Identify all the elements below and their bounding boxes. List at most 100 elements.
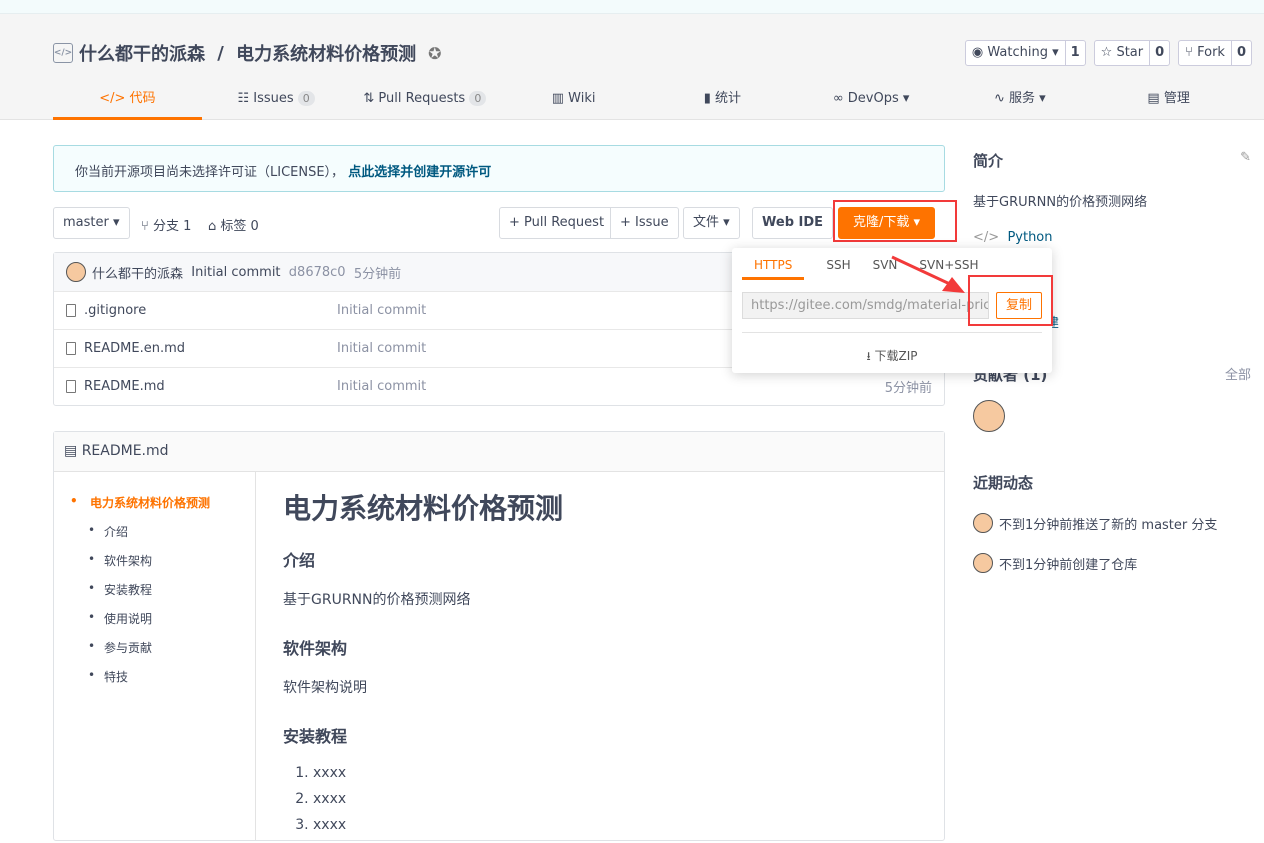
infinity-icon: ∞	[832, 91, 848, 106]
toc-item[interactable]: 介绍	[68, 523, 241, 540]
star-count: 0	[1149, 41, 1169, 65]
avatar	[66, 262, 86, 282]
section-text: 基于GRURNN的价格预测网络	[283, 592, 471, 608]
branch-icon: ⑂	[141, 219, 153, 234]
manage-icon: ▤	[1147, 91, 1164, 106]
tab-wiki[interactable]: ▥ Wiki	[499, 86, 648, 120]
new-issue-button[interactable]: + Issue	[610, 207, 679, 239]
tab-label: 服务 ▾	[1009, 91, 1046, 106]
toc-item[interactable]: 使用说明	[68, 610, 241, 627]
book-icon: ▥	[551, 91, 569, 106]
issues-icon: ☷	[237, 91, 254, 106]
pulse-icon: ∿	[994, 91, 1010, 106]
fork-label: Fork	[1197, 45, 1225, 60]
tab-services[interactable]: ∿ 服务 ▾	[946, 86, 1095, 120]
contributors-all-link[interactable]: 全部	[1225, 364, 1251, 383]
chart-icon: ▮	[703, 91, 716, 106]
file-icon	[66, 380, 76, 393]
file-name[interactable]: .gitignore	[84, 303, 146, 318]
activity-text: 不到1分钟前推送了新的 master 分支	[999, 517, 1218, 533]
readme-filename: README.md	[81, 443, 169, 459]
intro-title: 简介	[973, 152, 1004, 170]
file-icon	[66, 342, 76, 355]
new-pull-request-button[interactable]: + Pull Request	[499, 207, 615, 239]
fork-icon: ⑂	[1185, 45, 1198, 60]
toc-item[interactable]: 特技	[68, 668, 241, 685]
readme-title: 电力系统材料价格预测	[283, 492, 564, 525]
clone-tab-ssh[interactable]: SSH	[826, 258, 850, 280]
tab-stats[interactable]: ▮ 统计	[648, 86, 797, 120]
file-menu-button[interactable]: 文件 ▾	[683, 207, 740, 239]
file-commit-message[interactable]: Initial commit	[337, 303, 426, 318]
tab-pull-requests[interactable]: ⇅ Pull Requests 0	[351, 86, 500, 120]
watch-label: Watching ▾	[987, 45, 1059, 60]
title-separator: /	[211, 42, 231, 64]
repo-header: </> 什么都干的派森 / 电力系统材料价格预测 ✪ ◉ Watching ▾ 1…	[0, 14, 1264, 120]
code-icon: </>	[973, 230, 1008, 245]
tab-code[interactable]: </> 代码	[53, 86, 202, 120]
section-heading: 软件架构	[283, 639, 348, 658]
tab-label: Wiki	[568, 91, 596, 106]
tab-label: 统计	[715, 91, 742, 106]
download-icon: ⭳	[866, 349, 875, 363]
fork-count: 0	[1230, 41, 1251, 65]
repo-title: </> 什么都干的派森 / 电力系统材料价格预测 ✪	[53, 40, 442, 66]
repo-name-link[interactable]: 电力系统材料价格预测	[236, 40, 416, 66]
file-name[interactable]: README.en.md	[84, 341, 185, 356]
annotation-box-clone	[833, 200, 957, 242]
issues-count: 0	[297, 91, 315, 106]
divider	[742, 332, 1042, 333]
file-icon	[66, 304, 76, 317]
avatar[interactable]	[973, 553, 993, 573]
file-name[interactable]: README.md	[84, 379, 165, 394]
branches-link[interactable]: ⑂ 分支 1	[141, 215, 191, 234]
edit-icon[interactable]: ✎	[1240, 150, 1251, 165]
license-notice: 你当前开源项目尚未选择许可证（LICENSE）， 点此选择并创建开源许可	[53, 145, 945, 192]
list-item: xxxx	[313, 791, 563, 807]
tab-manage[interactable]: ▤ 管理	[1094, 86, 1243, 120]
tab-label: DevOps ▾	[847, 91, 910, 106]
language: </> Python	[973, 230, 1251, 245]
file-commit-message[interactable]: Initial commit	[337, 341, 426, 356]
activity-text: 不到1分钟前创建了仓库	[999, 557, 1138, 573]
watch-count: 1	[1064, 41, 1085, 65]
owner-link[interactable]: 什么都干的派森	[79, 40, 205, 66]
language-label: Python	[1007, 230, 1053, 245]
section-heading: 介绍	[283, 551, 316, 570]
branch-select[interactable]: master ▾	[53, 207, 130, 239]
star-icon: ☆	[1100, 45, 1117, 60]
commit-time: 5分钟前	[353, 266, 402, 282]
file-commit-message[interactable]: Initial commit	[337, 379, 426, 394]
tab-label: 管理	[1163, 91, 1190, 106]
toc-item[interactable]: 电力系统材料价格预测	[68, 494, 241, 511]
download-zip-link[interactable]: ⭳ 下载ZIP	[732, 347, 1052, 368]
license-link[interactable]: 点此选择并创建开源许可	[348, 165, 491, 180]
clone-tab-https[interactable]: HTTPS	[742, 258, 805, 280]
toc-item[interactable]: 安装教程	[68, 581, 241, 598]
branches-label: 分支 1	[152, 219, 192, 234]
toc-item[interactable]: 参与贡献	[68, 639, 241, 656]
star-button[interactable]: ☆ Star 0	[1093, 40, 1171, 66]
contributor-avatar[interactable]	[973, 400, 1005, 432]
web-ide-button[interactable]: Web IDE	[752, 207, 834, 239]
file-icon: ▤	[64, 443, 82, 459]
badge-icon: ✪	[428, 43, 442, 63]
tab-label: 代码	[129, 91, 156, 106]
toc-item[interactable]: 软件架构	[68, 552, 241, 569]
tags-link[interactable]: ⌂ 标签 0	[208, 215, 259, 234]
avatar[interactable]	[973, 513, 993, 533]
readme-header: ▤ README.md	[54, 432, 944, 472]
fork-button[interactable]: ⑂ Fork 0	[1178, 40, 1252, 66]
commit-author[interactable]: 什么都干的派森	[92, 263, 183, 282]
tab-issues[interactable]: ☷ Issues 0	[202, 86, 351, 120]
tags-label: 标签 0	[220, 219, 259, 234]
eye-icon: ◉	[971, 45, 988, 60]
watch-button[interactable]: ◉ Watching ▾ 1	[964, 40, 1086, 66]
tab-devops[interactable]: ∞ DevOps ▾	[797, 86, 946, 120]
commit-hash[interactable]: d8678c0	[289, 265, 346, 280]
section-text: 软件架构说明	[283, 680, 367, 696]
download-zip-label: 下载ZIP	[874, 349, 918, 363]
readme-panel: ▤ README.md 电力系统材料价格预测 介绍 软件架构 安装教程 使用说明…	[53, 431, 945, 841]
tag-icon: ⌂	[208, 219, 221, 234]
commit-message[interactable]: Initial commit	[191, 265, 280, 280]
